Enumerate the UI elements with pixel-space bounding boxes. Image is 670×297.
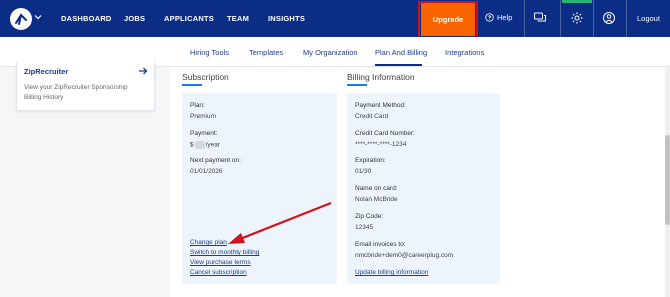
nav-divider	[524, 0, 525, 37]
card-number-value: ****-****-****-1234	[355, 141, 407, 148]
nav-divider	[626, 0, 627, 37]
payment-value: $ /year	[190, 141, 220, 149]
next-payment-label: Next payment on:	[190, 157, 241, 164]
email-invoices-value: nmcbride+dem0@careerplug.com	[355, 252, 454, 259]
heading-underline	[182, 84, 202, 86]
expiration-value: 01/30	[355, 168, 372, 175]
switch-monthly-link[interactable]: Switch to monthly billing	[190, 249, 259, 256]
help-icon	[485, 13, 494, 22]
plan-label: Plan:	[190, 102, 205, 109]
help-label: Help	[497, 13, 513, 22]
top-navigation: DASHBOARD JOBS APPLICANTS TEAM INSIGHTS …	[0, 0, 670, 41]
ziprecruiter-description: View your ZipRecruiter Sponsorship Billi…	[24, 84, 128, 101]
logout-link[interactable]: Logout	[637, 14, 660, 23]
page-scrollbar-thumb[interactable]	[665, 135, 670, 225]
ziprecruiter-card[interactable]: ZipRecruiter View your ZipRecruiter Spon…	[16, 62, 155, 111]
name-on-card-value: Nolan McBride	[355, 196, 398, 203]
help-button[interactable]: Help	[485, 13, 512, 22]
email-invoices-label: Email invoices to:	[355, 241, 406, 248]
chevron-down-icon[interactable]	[34, 13, 42, 21]
zip-code-value: 12345	[355, 224, 374, 231]
payment-period: /year	[205, 141, 221, 149]
chat-icon[interactable]	[533, 11, 547, 25]
tab-integrations[interactable]: Integrations	[445, 48, 484, 57]
zip-code-label: Zip Code:	[355, 213, 384, 220]
nav-divider	[593, 0, 594, 37]
nav-team[interactable]: TEAM	[227, 14, 249, 23]
arrow-right-icon[interactable]	[138, 66, 148, 76]
user-account-icon[interactable]	[602, 11, 616, 25]
active-tab-underline	[375, 64, 422, 66]
name-on-card-label: Name on card:	[355, 185, 398, 192]
update-billing-link[interactable]: Update billing information	[355, 269, 428, 276]
heading-underline	[347, 84, 367, 86]
view-purchase-terms-link[interactable]: View purchase terms	[190, 259, 251, 266]
currency-symbol: $	[190, 141, 194, 149]
nav-applicants[interactable]: APPLICANTS	[164, 14, 214, 23]
tab-plan-and-billing[interactable]: Plan And Billing	[375, 48, 427, 57]
tab-hiring-tools[interactable]: Hiring Tools	[190, 48, 229, 57]
redacted-amount	[194, 141, 205, 149]
nav-jobs[interactable]: JOBS	[124, 14, 145, 23]
careerplug-logo-icon[interactable]	[10, 8, 32, 30]
subscription-heading: Subscription	[182, 72, 229, 82]
payment-label: Payment:	[190, 130, 218, 137]
change-plan-link[interactable]: Change plan	[190, 239, 227, 246]
active-indicator	[562, 0, 592, 3]
nav-insights[interactable]: INSIGHTS	[268, 14, 305, 23]
tab-my-organization[interactable]: My Organization	[303, 48, 358, 57]
expiration-label: Expiration:	[355, 157, 386, 164]
payment-method-value: Credit Card	[355, 113, 389, 120]
plan-value: Premium	[190, 113, 217, 120]
next-payment-value: 01/01/2026	[190, 168, 223, 175]
billing-heading: Billing Information	[347, 72, 415, 82]
gear-icon[interactable]	[570, 11, 584, 25]
cancel-subscription-link[interactable]: Cancel subscription	[190, 269, 247, 276]
card-number-label: Credit Card Number:	[355, 130, 415, 137]
ziprecruiter-title: ZipRecruiter	[24, 67, 69, 76]
nav-divider	[560, 0, 561, 37]
upgrade-highlight-box	[418, 1, 478, 41]
nav-dashboard[interactable]: DASHBOARD	[61, 14, 112, 23]
tab-templates[interactable]: Templates	[249, 48, 283, 57]
payment-method-label: Payment Method:	[355, 102, 406, 109]
